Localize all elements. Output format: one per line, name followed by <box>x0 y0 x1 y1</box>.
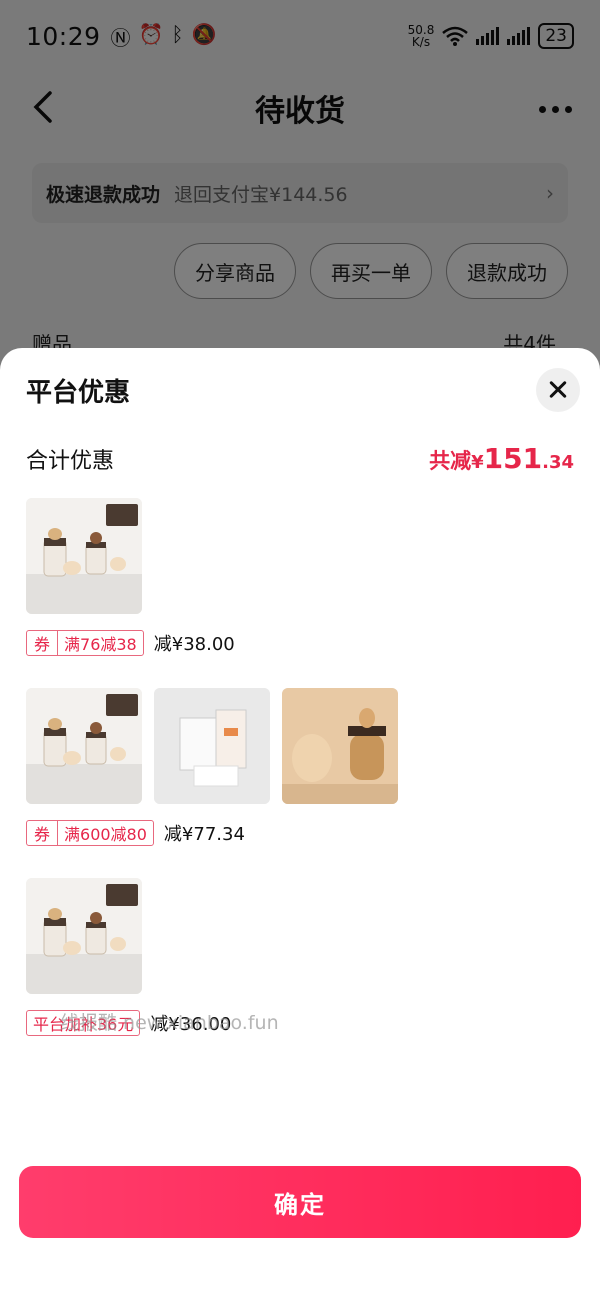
product-thumbnail[interactable] <box>26 878 142 994</box>
sheet-title: 平台优惠 <box>26 378 131 408</box>
close-icon[interactable] <box>536 368 580 412</box>
total-discount-amount: 共减¥151.34 <box>429 442 574 475</box>
discount-group: 券 满600减80 减¥77.34 <box>26 688 398 846</box>
saving-amount: 减¥38.00 <box>153 634 235 655</box>
product-thumbnail[interactable] <box>154 688 270 804</box>
discount-sheet: 平台优惠 合计优惠 共减¥151.34 券 满76减38 减¥38.00 券 满… <box>0 348 600 1291</box>
total-discount-row: 合计优惠 共减¥151.34 <box>26 442 574 475</box>
watermark-text: 线报酷 new.xianbao.fun <box>60 1012 279 1034</box>
product-thumbnail[interactable] <box>26 688 142 804</box>
confirm-button[interactable]: 确定 <box>19 1166 581 1238</box>
promo-row: 券 满600减80 减¥77.34 <box>26 820 398 846</box>
product-thumbnail[interactable] <box>282 688 398 804</box>
coupon-tag: 券 满600减80 <box>26 820 154 846</box>
saving-amount: 减¥77.34 <box>163 824 245 845</box>
discount-group: 券 满76减38 减¥38.00 <box>26 498 235 656</box>
promo-row: 券 满76减38 减¥38.00 <box>26 630 235 656</box>
total-discount-label: 合计优惠 <box>26 449 115 474</box>
product-thumbnail[interactable] <box>26 498 142 614</box>
coupon-tag: 券 满76减38 <box>26 630 144 656</box>
